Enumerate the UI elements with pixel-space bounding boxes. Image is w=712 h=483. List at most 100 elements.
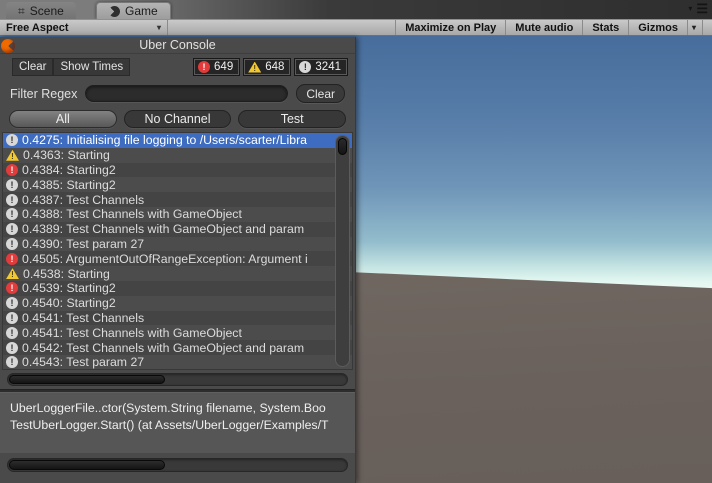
chevron-down-icon: ▾	[688, 3, 693, 13]
log-row-text: 0.4275: Initialising file logging to /Us…	[22, 133, 308, 148]
toolbar-end-spacer	[702, 20, 712, 35]
error-count-badge[interactable]: ! 649	[193, 58, 241, 76]
log-row-text: 0.4389: Test Channels with GameObject an…	[22, 222, 305, 237]
info-icon: !	[299, 61, 312, 73]
log-row[interactable]: ! 0.4541: Test Channels with GameObject	[3, 325, 352, 341]
log-row[interactable]: ! 0.4363: Starting	[3, 147, 352, 163]
filter-row: Filter Regex Clear	[0, 80, 355, 107]
channel-button-test[interactable]: Test	[238, 109, 347, 128]
log-row[interactable]: ! 0.4389: Test Channels with GameObject …	[3, 221, 352, 237]
mute-audio-button[interactable]: Mute audio	[505, 20, 582, 35]
aspect-label: Free Aspect	[6, 21, 69, 34]
detail-horizontal-scrollbar[interactable]	[7, 458, 348, 472]
show-times-button[interactable]: Show Times	[53, 57, 131, 77]
error-icon: !	[6, 252, 18, 265]
log-row-text: 0.4385: Starting2	[22, 177, 116, 192]
log-row[interactable]: ! 0.4542: Test Channels with GameObject …	[3, 340, 352, 355]
log-horizontal-scrollbar[interactable]	[7, 373, 348, 386]
detail-horizontal-scrollbar-thumb[interactable]	[9, 460, 165, 470]
gizmos-dropdown-caret[interactable]: ▾	[686, 20, 702, 35]
filter-clear-button[interactable]: Clear	[296, 84, 345, 103]
tab-context-menu[interactable]: ▾ ☰	[688, 2, 708, 15]
log-row[interactable]: ! 0.4539: Starting2	[3, 280, 352, 296]
log-row[interactable]: ! 0.4384: Starting2	[3, 162, 352, 178]
uber-console-window: Uber Console Clear Show Times ! 649 ! 64…	[0, 37, 356, 483]
log-row-text: 0.4542: Test Channels with GameObject an…	[22, 340, 305, 355]
hamburger-menu-icon: ☰	[696, 1, 708, 16]
info-icon: !	[6, 223, 18, 236]
log-horizontal-scrollbar-thumb[interactable]	[9, 375, 165, 384]
warning-count: 648	[265, 61, 285, 73]
log-row[interactable]: ! 0.4390: Test param 27	[3, 236, 352, 252]
log-row-text: 0.4539: Starting2	[22, 281, 116, 296]
game-toolbar: Free Aspect ▾ Maximize on Play Mute audi…	[0, 19, 712, 36]
stack-trace-pane: UberLoggerFile..ctor(System.String filen…	[0, 393, 355, 453]
log-row-text: 0.4541: Test Channels with GameObject	[22, 325, 242, 340]
stats-button[interactable]: Stats	[582, 20, 628, 35]
chevron-down-icon: ▾	[691, 23, 696, 32]
tab-scene[interactable]: ⌗ Scene	[6, 2, 76, 19]
log-row-text: 0.4538: Starting	[23, 266, 110, 281]
warning-icon: !	[248, 61, 262, 73]
tab-game-label: Game	[125, 4, 158, 18]
console-title-bar[interactable]: Uber Console	[0, 37, 355, 54]
info-icon: !	[6, 193, 18, 206]
log-row[interactable]: ! 0.4388: Test Channels with GameObject	[3, 206, 352, 222]
log-row-text: 0.4363: Starting	[23, 148, 110, 163]
chevron-down-icon: ▾	[156, 23, 161, 32]
log-row[interactable]: ! 0.4275: Initialising file logging to /…	[3, 133, 352, 148]
log-row[interactable]: ! 0.4541: Test Channels	[3, 310, 352, 326]
gizmos-button[interactable]: Gizmos	[628, 20, 687, 35]
warning-count-badge[interactable]: ! 648	[243, 58, 292, 76]
filter-regex-label: Filter Regex	[10, 86, 78, 101]
log-row[interactable]: ! 0.4543: Test param 27	[3, 354, 352, 369]
console-title: Uber Console	[139, 38, 216, 52]
tab-game[interactable]: Game	[96, 2, 171, 19]
maximize-on-play-button[interactable]: Maximize on Play	[395, 20, 505, 35]
log-row-text: 0.4390: Test param 27	[22, 236, 145, 251]
stack-trace-line[interactable]: UberLoggerFile..ctor(System.String filen…	[10, 400, 345, 417]
log-row-text: 0.4540: Starting2	[22, 296, 116, 311]
info-icon: !	[6, 311, 18, 324]
log-row-text: 0.4388: Test Channels with GameObject	[22, 207, 242, 222]
channel-button-no-channel[interactable]: No Channel	[123, 109, 232, 128]
error-icon: !	[198, 61, 211, 73]
console-button-row: Clear Show Times ! 649 ! 648 ! 3241	[0, 54, 355, 80]
error-icon: !	[6, 163, 18, 176]
log-row-text: 0.4384: Starting2	[22, 162, 116, 177]
info-icon: !	[6, 326, 18, 339]
warning-icon: !	[6, 149, 19, 161]
stack-trace-line[interactable]: TestUberLogger.Start() (at Assets/UberLo…	[10, 417, 345, 434]
clear-button[interactable]: Clear	[12, 57, 54, 77]
info-icon: !	[6, 178, 18, 191]
info-icon: !	[6, 356, 18, 369]
info-icon: !	[6, 237, 18, 250]
log-row-text: 0.4387: Test Channels	[22, 192, 145, 207]
channel-row: All No Channel Test	[0, 107, 355, 130]
error-icon: !	[6, 282, 18, 295]
error-count: 649	[214, 61, 234, 73]
log-row[interactable]: ! 0.4505: ArgumentOutOfRangeException: A…	[3, 251, 352, 267]
log-row[interactable]: ! 0.4385: Starting2	[3, 177, 352, 193]
info-icon: !	[6, 208, 18, 221]
message-count: 3241	[315, 61, 341, 73]
channel-button-all[interactable]: All	[9, 109, 117, 128]
filter-regex-input[interactable]	[85, 85, 289, 102]
warning-icon: !	[6, 268, 19, 280]
info-icon: !	[6, 134, 18, 147]
log-list: ! 0.4275: Initialising file logging to /…	[2, 132, 353, 370]
log-row[interactable]: ! 0.4538: Starting	[3, 266, 352, 281]
toolbar-button-group: Maximize on Play Mute audio Stats Gizmos…	[395, 20, 712, 35]
vertical-scrollbar[interactable]	[335, 135, 350, 367]
log-row-text: 0.4505: ArgumentOutOfRangeException: Arg…	[22, 251, 308, 266]
message-count-badge[interactable]: ! 3241	[294, 58, 348, 76]
scene-grid-icon: ⌗	[18, 3, 25, 18]
aspect-dropdown[interactable]: Free Aspect ▾	[0, 20, 168, 35]
game-pacman-icon	[109, 5, 120, 17]
tab-bar: ⌗ Scene Game ▾ ☰	[0, 0, 712, 19]
log-rows-container: ! 0.4275: Initialising file logging to /…	[3, 133, 352, 369]
info-icon: !	[6, 341, 18, 354]
vertical-scrollbar-thumb[interactable]	[338, 138, 347, 155]
log-row[interactable]: ! 0.4387: Test Channels	[3, 192, 352, 207]
log-row[interactable]: ! 0.4540: Starting2	[3, 295, 352, 311]
